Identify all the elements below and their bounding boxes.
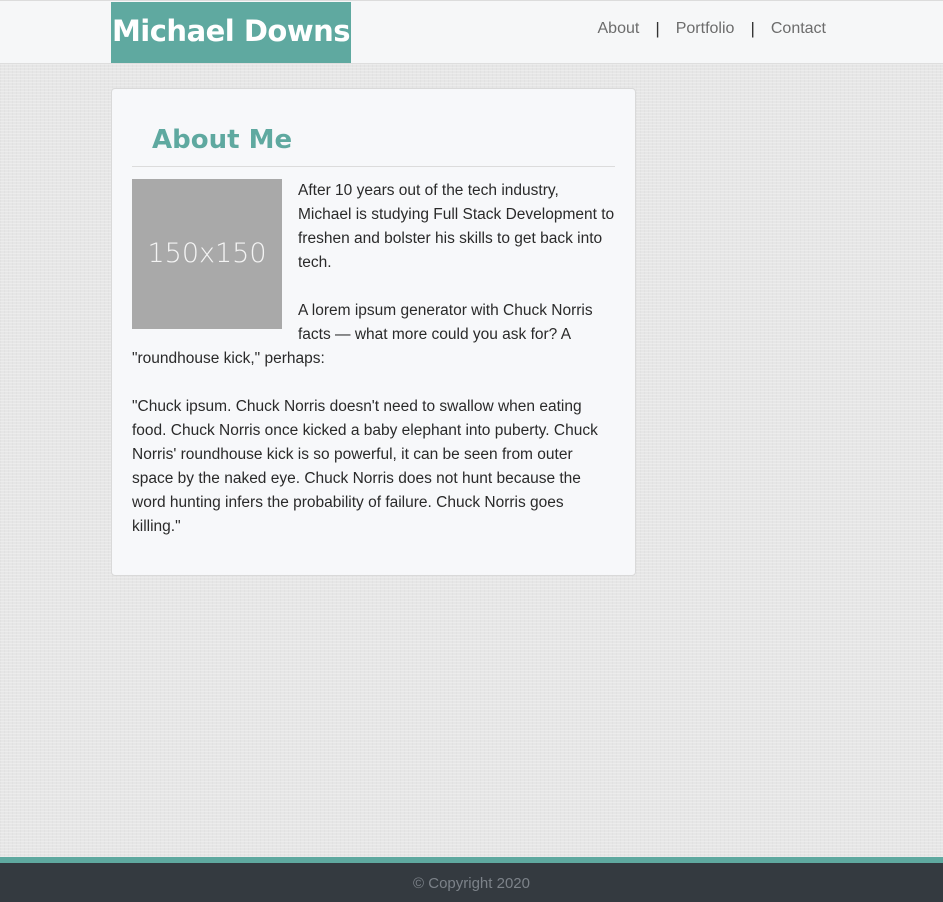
main-nav: About | Portfolio | Contact bbox=[598, 19, 827, 39]
footer: © Copyright 2020 bbox=[0, 863, 943, 902]
navbar: Michael Downs About | Portfolio | Contac… bbox=[0, 0, 943, 64]
brand-logo[interactable]: Michael Downs bbox=[111, 2, 351, 63]
copyright-text: © Copyright 2020 bbox=[413, 875, 530, 892]
nav-link-about[interactable]: About bbox=[598, 20, 640, 38]
about-body: 150x150 After 10 years out of the tech i… bbox=[132, 179, 615, 539]
nav-separator: | bbox=[655, 19, 660, 38]
about-title: About Me bbox=[132, 123, 615, 167]
nav-link-contact[interactable]: Contact bbox=[771, 20, 826, 38]
nav-link-portfolio[interactable]: Portfolio bbox=[676, 20, 735, 38]
about-paragraph-quote: "Chuck ipsum. Chuck Norris doesn't need … bbox=[132, 398, 598, 535]
profile-image-placeholder: 150x150 bbox=[132, 179, 282, 329]
about-card: About Me 150x150 After 10 years out of t… bbox=[111, 88, 636, 576]
nav-separator: | bbox=[750, 19, 755, 38]
